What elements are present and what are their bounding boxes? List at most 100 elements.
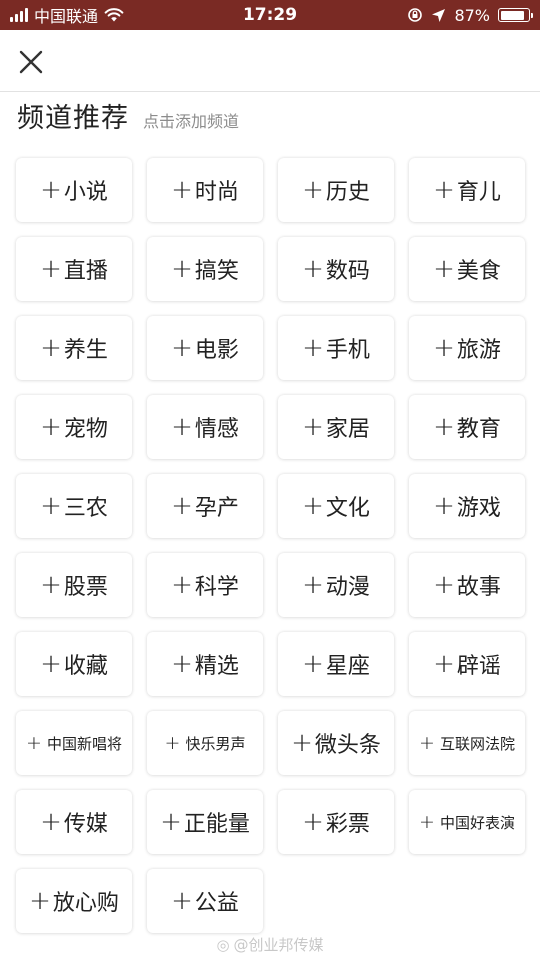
- status-right: 87%: [407, 0, 533, 30]
- channel-chip[interactable]: + 收藏: [16, 632, 132, 696]
- channel-chip[interactable]: + 彩票: [278, 790, 394, 854]
- channel-label: 股票: [63, 575, 108, 600]
- plus-icon: +: [171, 649, 193, 679]
- channel-label: 动漫: [325, 575, 370, 600]
- channel-grid: + 小说 + 时尚 + 历史 + 育儿 + 直播 + 搞笑 + 数码 + 美食 + 养生 + 电影 + 手机 + 旅游 + 宠物 +…: [16, 158, 526, 933]
- channel-label: 快乐男声: [185, 734, 246, 753]
- battery-percent: 87%: [454, 5, 490, 25]
- channel-chip[interactable]: + 动漫: [278, 553, 394, 617]
- channel-chip[interactable]: + 美食: [409, 237, 525, 301]
- channel-label: 育儿: [456, 180, 501, 205]
- channel-label: 故事: [456, 575, 501, 600]
- channel-chip[interactable]: + 游戏: [409, 474, 525, 538]
- channel-chip[interactable]: + 三农: [16, 474, 132, 538]
- channel-label: 中国好表演: [439, 813, 515, 832]
- plus-icon: +: [40, 649, 62, 679]
- plus-icon: +: [40, 807, 62, 837]
- channel-chip[interactable]: + 育儿: [409, 158, 525, 222]
- plus-icon: +: [40, 254, 62, 284]
- plus-icon: +: [29, 886, 51, 916]
- plus-icon: +: [171, 570, 193, 600]
- channel-label: 星座: [325, 654, 370, 679]
- section-hint: 点击添加频道: [143, 112, 240, 131]
- channel-chip[interactable]: + 历史: [278, 158, 394, 222]
- plus-icon: +: [40, 412, 62, 442]
- channel-label: 正能量: [183, 812, 250, 837]
- channel-label: 数码: [325, 259, 370, 284]
- channel-label: 放心购: [52, 891, 119, 916]
- channel-chip[interactable]: + 情感: [147, 395, 263, 459]
- channel-chip[interactable]: + 家居: [278, 395, 394, 459]
- channel-chip[interactable]: + 中国新唱将: [16, 711, 132, 775]
- channel-chip[interactable]: + 股票: [16, 553, 132, 617]
- plus-icon: +: [302, 807, 324, 837]
- plus-icon: +: [419, 731, 435, 754]
- channel-label: 游戏: [456, 496, 501, 521]
- channel-label: 科学: [194, 575, 239, 600]
- channel-chip[interactable]: + 公益: [147, 869, 263, 933]
- channel-label: 彩票: [325, 812, 370, 837]
- channel-chip[interactable]: + 星座: [278, 632, 394, 696]
- channel-label: 美食: [456, 259, 501, 284]
- section-header: 频道推荐 点击添加频道: [17, 96, 239, 135]
- status-bar: 中国联通 17:29 87%: [0, 0, 540, 30]
- plus-icon: +: [171, 175, 193, 205]
- channel-chip[interactable]: + 孕产: [147, 474, 263, 538]
- battery-icon: [498, 8, 533, 22]
- channel-chip[interactable]: + 直播: [16, 237, 132, 301]
- channel-label: 三农: [63, 496, 108, 521]
- plus-icon: +: [302, 649, 324, 679]
- channel-label: 孕产: [194, 496, 239, 521]
- channel-chip[interactable]: + 科学: [147, 553, 263, 617]
- location-icon: [432, 8, 446, 22]
- plus-icon: +: [433, 254, 455, 284]
- channel-chip[interactable]: + 传媒: [16, 790, 132, 854]
- channel-label: 精选: [194, 654, 239, 679]
- channel-chip[interactable]: + 教育: [409, 395, 525, 459]
- plus-icon: +: [419, 810, 435, 833]
- channel-label: 传媒: [63, 812, 108, 837]
- channel-chip[interactable]: + 正能量: [147, 790, 263, 854]
- close-icon: [19, 50, 43, 74]
- channel-chip[interactable]: + 微头条: [278, 711, 394, 775]
- channel-chip[interactable]: + 电影: [147, 316, 263, 380]
- channel-chip[interactable]: + 精选: [147, 632, 263, 696]
- close-button[interactable]: [14, 45, 48, 79]
- plus-icon: +: [433, 412, 455, 442]
- plus-icon: +: [302, 333, 324, 363]
- plus-icon: +: [433, 333, 455, 363]
- channel-label: 电影: [194, 338, 239, 363]
- plus-icon: +: [164, 731, 181, 754]
- channel-chip[interactable]: + 互联网法院: [409, 711, 525, 775]
- channel-chip[interactable]: + 数码: [278, 237, 394, 301]
- channel-label: 家居: [325, 417, 370, 442]
- plus-icon: +: [302, 491, 324, 521]
- channel-chip[interactable]: + 放心购: [16, 869, 132, 933]
- plus-icon: +: [302, 254, 324, 284]
- channel-chip[interactable]: + 宠物: [16, 395, 132, 459]
- channel-chip[interactable]: + 故事: [409, 553, 525, 617]
- watermark: ◎ @创业邦传媒: [0, 934, 540, 955]
- channel-label: 互联网法院: [439, 734, 515, 753]
- channel-chip[interactable]: + 时尚: [147, 158, 263, 222]
- channel-label: 养生: [63, 338, 108, 363]
- channel-chip[interactable]: + 旅游: [409, 316, 525, 380]
- plus-icon: +: [291, 728, 313, 758]
- channel-label: 历史: [325, 180, 370, 205]
- channel-label: 直播: [63, 259, 108, 284]
- channel-chip[interactable]: + 文化: [278, 474, 394, 538]
- channel-chip[interactable]: + 辟谣: [409, 632, 525, 696]
- channel-chip[interactable]: + 快乐男声: [147, 711, 263, 775]
- plus-icon: +: [302, 570, 324, 600]
- channel-label: 中国新唱将: [46, 734, 122, 753]
- channel-chip[interactable]: + 小说: [16, 158, 132, 222]
- channel-label: 宠物: [63, 417, 108, 442]
- channel-chip[interactable]: + 中国好表演: [409, 790, 525, 854]
- plus-icon: +: [171, 333, 193, 363]
- plus-icon: +: [40, 333, 62, 363]
- plus-icon: +: [40, 491, 62, 521]
- channel-chip[interactable]: + 手机: [278, 316, 394, 380]
- channel-chip[interactable]: + 搞笑: [147, 237, 263, 301]
- channel-chip[interactable]: + 养生: [16, 316, 132, 380]
- plus-icon: +: [40, 175, 62, 205]
